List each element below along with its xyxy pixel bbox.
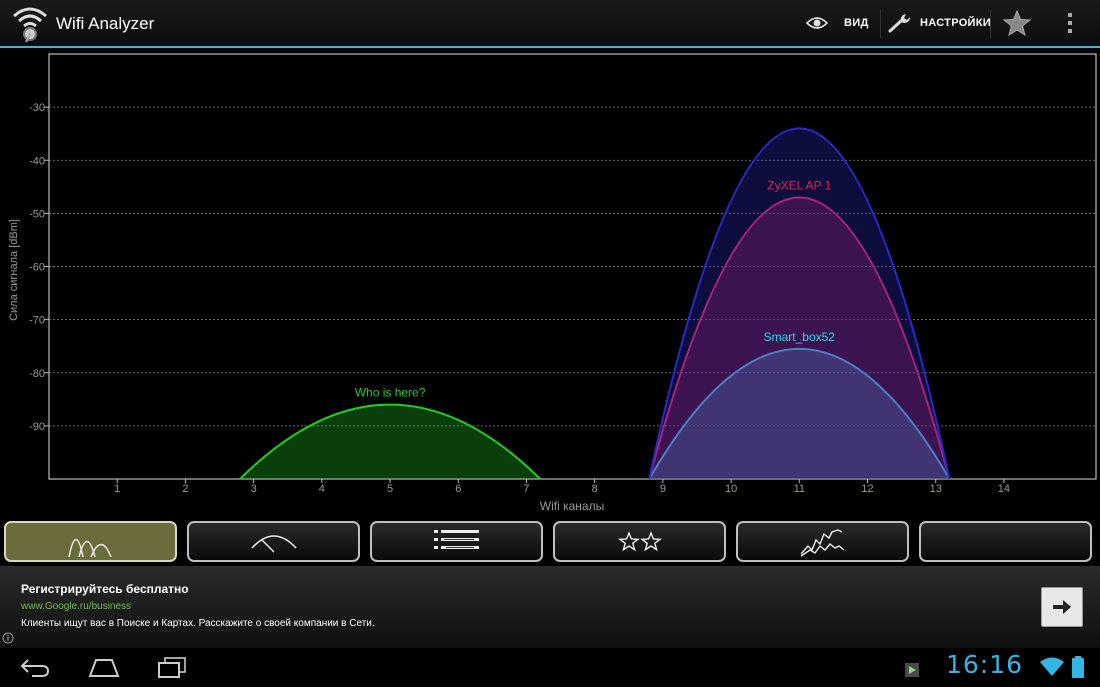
ad-text: Клиенты ищут вас в Поиске и Картах. Расс… (21, 618, 375, 629)
x-tick-label: 12 (861, 483, 873, 495)
view-menu-button[interactable]: ВИД (806, 0, 869, 46)
network-label: ZyXEL AP 1 (767, 178, 831, 192)
wifi-analyzer-logo-icon[interactable] (8, 4, 52, 44)
y-tick-label: -70 (29, 315, 45, 327)
x-tick-label: 2 (182, 483, 188, 495)
x-tick-label: 3 (251, 483, 257, 495)
overflow-menu-button[interactable] (1066, 0, 1074, 46)
rate-button[interactable] (1003, 0, 1031, 46)
tab-signal-meter[interactable] (187, 521, 360, 562)
y-tick-label: -90 (29, 421, 45, 433)
x-tick-label: 11 (794, 483, 805, 495)
x-tick-label: 5 (387, 483, 393, 495)
tab-time-graph[interactable] (736, 521, 909, 562)
home-icon[interactable] (88, 656, 120, 678)
x-tick-label: 10 (725, 483, 737, 495)
x-tick-label: 4 (319, 483, 325, 495)
y-axis-label: Сила сигнала [dBm] (8, 219, 20, 321)
settings-label: НАСТРОЙКИ (920, 17, 991, 29)
back-icon[interactable] (20, 656, 50, 678)
ap-list-icon (433, 529, 479, 549)
y-tick-label: -60 (29, 262, 45, 274)
eye-icon (806, 17, 828, 29)
x-tick-label: 8 (592, 483, 598, 495)
arrow-right-icon (1053, 600, 1071, 614)
signal-meter-icon (250, 534, 297, 553)
x-tick-label: 9 (660, 483, 666, 495)
tab-empty[interactable] (919, 521, 1092, 562)
tab-channel-graph[interactable] (4, 521, 177, 562)
y-tick-label: -40 (29, 155, 45, 167)
recent-apps-icon[interactable] (157, 656, 187, 678)
status-clock: 16:16 (946, 650, 1024, 679)
channel-graph: -30-40-50-60-70-80-901 2 3 4 5 6 7 8 9 10 11 12 13 14… (0, 48, 1100, 518)
app-title: Wifi Analyzer (56, 14, 155, 33)
settings-button[interactable]: НАСТРОЙКИ (888, 0, 991, 46)
network-label: Smart_box52 (764, 330, 836, 344)
ad-open-button[interactable] (1041, 587, 1083, 627)
ad-url[interactable]: www.Google.ru/business (21, 601, 131, 612)
x-tick-label: 13 (930, 483, 942, 495)
ad-title[interactable]: Регистрируйтесь бесплатно (21, 582, 189, 596)
info-icon[interactable] (2, 632, 14, 644)
channel-rating-icon (617, 530, 662, 551)
ad-banner[interactable]: Регистрируйтесь бесплатно www.Google.ru/… (0, 566, 1100, 648)
view-tabs (0, 518, 1100, 566)
action-bar: Wifi Analyzer ВИД НАСТРОЙКИ (0, 0, 1100, 48)
y-tick-label: -80 (29, 368, 45, 380)
star-icon (1003, 10, 1031, 36)
network-label: Who is here? (355, 386, 426, 400)
channel-graph-icon (67, 538, 112, 557)
x-tick-label: 7 (523, 483, 529, 495)
x-tick-label: 1 (114, 483, 120, 495)
wrench-icon (888, 14, 910, 33)
battery-icon (1072, 656, 1084, 678)
toolbar-divider (990, 10, 991, 38)
x-tick-label: 14 (998, 483, 1010, 495)
time-graph-icon (799, 528, 844, 557)
overflow-dots-icon (1068, 13, 1072, 33)
y-tick-label: -50 (29, 208, 45, 220)
y-tick-label: -30 (29, 102, 45, 114)
tab-ap-list[interactable] (370, 521, 543, 562)
x-axis-label: Wifi каналы (540, 499, 604, 513)
wifi-status-icon (1040, 657, 1064, 676)
x-tick-label: 6 (455, 483, 461, 495)
system-nav-bar: 16:16 (0, 648, 1100, 687)
toolbar-divider (880, 10, 881, 38)
play-store-notification-icon[interactable] (904, 660, 922, 678)
view-menu-label: ВИД (844, 17, 869, 29)
tab-channel-rating[interactable] (553, 521, 726, 562)
